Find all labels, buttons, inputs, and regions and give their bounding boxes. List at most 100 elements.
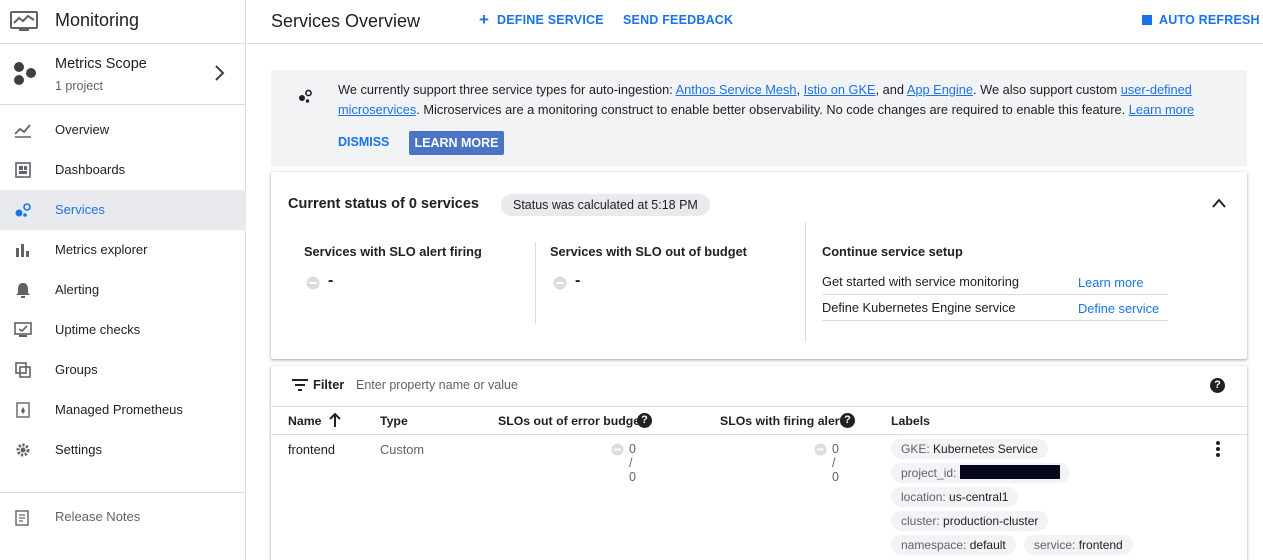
release-notes-label: Release Notes xyxy=(55,509,141,524)
top-bar: Services Overview + DEFINE SERVICE SEND … xyxy=(247,0,1263,44)
filter-icon[interactable] xyxy=(292,379,308,391)
neutral-status-icon xyxy=(553,276,567,290)
app-title: Monitoring xyxy=(55,10,140,30)
help-icon[interactable]: ? xyxy=(1210,378,1225,393)
setup-row-label: Define Kubernetes Engine service xyxy=(822,300,1016,315)
label-key: project_id: xyxy=(901,466,957,480)
label-key: namespace: xyxy=(901,538,967,552)
label-chip: service: frontend xyxy=(1024,535,1133,555)
label-value: default xyxy=(969,538,1006,552)
help-icon[interactable]: ? xyxy=(840,413,855,428)
sidebar-item-label: Managed Prometheus xyxy=(55,402,183,417)
sidebar-item-label: Services xyxy=(55,202,105,217)
sidebar-item-services[interactable]: Services xyxy=(0,190,246,230)
sidebar-item-label: Settings xyxy=(55,442,102,457)
groups-icon xyxy=(15,362,31,378)
setup-title: Continue service setup xyxy=(822,244,963,259)
dismiss-button[interactable]: DISMISS xyxy=(338,135,389,149)
divider xyxy=(805,222,806,342)
sidebar-item-overview[interactable]: Overview xyxy=(0,110,246,150)
banner-text-part: , xyxy=(796,82,804,97)
overview-chart-icon xyxy=(14,124,31,138)
label-value: production-cluster xyxy=(943,514,1039,528)
define-service-button[interactable]: DEFINE SERVICE xyxy=(497,13,604,27)
sidebar-item-managed-prometheus[interactable]: Managed Prometheus xyxy=(0,390,246,430)
slo-out-of-budget-label: Services with SLO out of budget xyxy=(550,244,747,259)
divider xyxy=(535,242,536,324)
setup-row: Define Kubernetes Engine service Define … xyxy=(822,296,1168,321)
neutral-status-icon xyxy=(306,276,320,290)
service-name-link[interactable]: frontend xyxy=(288,442,335,457)
sidebar-item-label: Groups xyxy=(55,362,98,377)
column-header-slo-budget: SLOs out of error budget xyxy=(498,414,645,428)
slo-alert-firing-label: Services with SLO alert firing xyxy=(304,244,482,259)
arrow-up-icon[interactable] xyxy=(328,412,342,428)
learn-more-button[interactable]: LEARN MORE xyxy=(409,131,504,155)
setup-row: Get started with service monitoring Lear… xyxy=(822,270,1168,295)
setup-row-label: Get started with service monitoring xyxy=(822,274,1020,289)
sidebar-item-label: Dashboards xyxy=(55,162,126,177)
label-chip: namespace: default xyxy=(891,535,1016,555)
label-chip: GKE: Kubernetes Service xyxy=(891,439,1048,459)
release-notes-link[interactable]: Release Notes xyxy=(0,492,246,540)
ratio-value: 0 / 0 xyxy=(629,442,636,484)
sidebar-item-alerting[interactable]: Alerting xyxy=(0,270,246,310)
page-title: Services Overview xyxy=(271,11,421,31)
scope-hexagon-icon xyxy=(14,62,36,85)
sidebar-item-settings[interactable]: Settings xyxy=(0,430,246,470)
auto-refresh-button[interactable]: AUTO REFRESH xyxy=(1159,13,1260,27)
dashboard-grid-icon xyxy=(15,162,31,178)
filter-input[interactable] xyxy=(356,375,856,395)
banner-learn-more-link[interactable]: Learn more xyxy=(1129,102,1194,117)
column-header-type: Type xyxy=(380,414,408,428)
column-header-name[interactable]: Name xyxy=(288,414,322,428)
bell-icon xyxy=(16,283,30,298)
anthos-service-mesh-link[interactable]: Anthos Service Mesh xyxy=(676,82,797,97)
send-feedback-button[interactable]: SEND FEEDBACK xyxy=(623,13,733,27)
banner-text-part: . Microservices are a monitoring constru… xyxy=(416,102,1129,117)
services-icon xyxy=(299,89,312,103)
sidebar-item-metrics-explorer[interactable]: Metrics explorer xyxy=(0,230,246,270)
redacted-value xyxy=(959,465,1060,479)
metrics-scope-selector[interactable]: Metrics Scope 1 project xyxy=(0,45,246,105)
plus-icon: + xyxy=(479,10,489,29)
column-header-labels: Labels xyxy=(891,414,930,428)
chevron-up-icon[interactable] xyxy=(1211,197,1227,209)
sidebar-item-groups[interactable]: Groups xyxy=(0,350,246,390)
istio-on-gke-link[interactable]: Istio on GKE xyxy=(804,82,876,97)
filter-label: Filter xyxy=(313,377,345,392)
neutral-status-icon xyxy=(814,443,827,456)
banner-text-part: We currently support three service types… xyxy=(338,82,676,97)
label-chip: location: us-central1 xyxy=(891,487,1019,507)
prometheus-icon xyxy=(16,402,30,418)
app-engine-link[interactable]: App Engine xyxy=(907,82,973,97)
sidebar: Monitoring Metrics Scope 1 project Overv… xyxy=(0,0,246,560)
help-icon[interactable]: ? xyxy=(637,413,652,428)
metric-value: - xyxy=(575,272,581,289)
sidebar-item-label: Uptime checks xyxy=(55,322,141,337)
status-calculated-chip: Status was calculated at 5:18 PM xyxy=(501,194,710,216)
define-service-link[interactable]: Define service xyxy=(1078,301,1159,316)
neutral-status-icon xyxy=(611,443,624,456)
label-key: service: xyxy=(1034,538,1076,552)
ratio-value: 0 / 0 xyxy=(832,442,839,484)
label-key: cluster: xyxy=(901,514,940,528)
status-card: Current status of 0 services Status was … xyxy=(271,172,1247,359)
metric-value: - xyxy=(328,272,334,289)
bar-chart-icon xyxy=(16,244,29,257)
app-header: Monitoring xyxy=(0,0,246,44)
table-header: Name Type SLOs out of error budget ? SLO… xyxy=(271,406,1247,435)
sidebar-item-uptime-checks[interactable]: Uptime checks xyxy=(0,310,246,350)
services-table-card: Filter ? Name Type SLOs out of error bud… xyxy=(271,366,1247,560)
monitor-check-icon xyxy=(14,322,32,337)
more-vert-icon[interactable] xyxy=(1215,440,1221,458)
label-value: us-central1 xyxy=(949,490,1009,504)
service-type: Custom xyxy=(380,442,425,457)
label-chip: project_id: xyxy=(891,463,1070,483)
setup-learn-more-link[interactable]: Learn more xyxy=(1078,275,1143,290)
sidebar-item-dashboards[interactable]: Dashboards xyxy=(0,150,246,190)
sidebar-item-label: Metrics explorer xyxy=(55,242,148,257)
label-key: GKE: xyxy=(901,442,930,456)
sidebar-nav: Overview Dashboards Services Metrics exp… xyxy=(0,110,246,470)
sidebar-item-label: Alerting xyxy=(55,282,100,297)
